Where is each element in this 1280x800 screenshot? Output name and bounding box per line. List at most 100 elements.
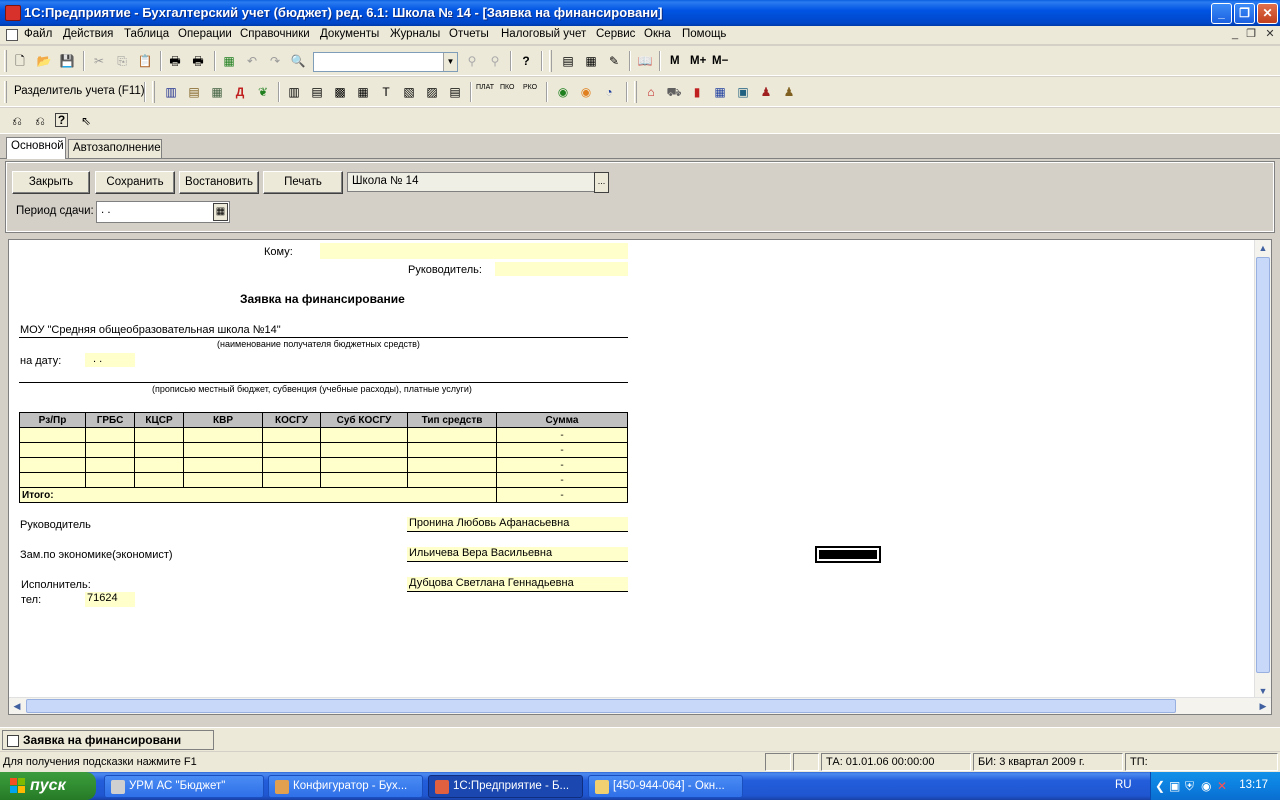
table-cell[interactable] [134, 457, 184, 473]
table-cell[interactable] [262, 427, 321, 443]
taskbar-item[interactable]: Конфигуратор - Бух... [268, 775, 423, 798]
table-cell[interactable] [320, 427, 408, 443]
table-cell[interactable] [262, 472, 321, 488]
stack-icon[interactable]: ▦ [712, 84, 728, 100]
horizontal-scrollbar[interactable]: ◀ ▶ [9, 697, 1271, 714]
redo-icon[interactable]: ↷ [267, 53, 283, 69]
find-prev-icon[interactable]: ⚲ [487, 53, 503, 69]
search-combobox[interactable]: ▼ [313, 52, 458, 72]
scroll-thumb[interactable] [1256, 257, 1270, 673]
table-cell[interactable] [320, 472, 408, 488]
table-cell[interactable] [183, 472, 263, 488]
shield-icon[interactable]: ⛨ [1185, 779, 1194, 794]
table-cell[interactable] [320, 442, 408, 458]
cut-icon[interactable]: ✂ [91, 53, 107, 69]
cash-receipt-button[interactable]: ПКО [500, 84, 514, 91]
table-cell[interactable] [407, 472, 497, 488]
close-window-button[interactable]: ✕ [1257, 3, 1278, 24]
table-cell[interactable] [134, 427, 184, 443]
people-icon[interactable]: ♟ [781, 84, 797, 100]
vertical-scrollbar[interactable]: ▲ ▼ [1254, 240, 1271, 699]
selected-cell[interactable] [815, 546, 881, 563]
table-cell[interactable]: - [496, 472, 628, 488]
close-button[interactable]: Закрыть [12, 171, 90, 194]
paste-icon[interactable]: 📋 [137, 53, 153, 69]
mdi-close-button[interactable]: ✕ [1263, 28, 1277, 41]
calculator-icon[interactable]: ▦ [221, 53, 237, 69]
find-next-icon[interactable]: ⚲ [464, 53, 480, 69]
print-preview-icon[interactable]: 🖶 [190, 53, 206, 69]
chart-icon[interactable]: ◔ [601, 84, 617, 100]
phone-field[interactable]: 71624 [85, 592, 135, 607]
taskbar-item[interactable]: [450-944-064] - Окн... [588, 775, 743, 798]
table-cell[interactable] [85, 457, 135, 473]
language-indicator[interactable]: RU [1115, 779, 1132, 791]
taskbar-item[interactable]: УРМ АС "Бюджет" [104, 775, 264, 798]
table-cell[interactable] [407, 457, 497, 473]
tree-icon[interactable]: ❦ [255, 84, 271, 100]
book-icon[interactable]: ▮ [689, 84, 705, 100]
menu-tax[interactable]: Налоговый учет [501, 28, 586, 40]
new-icon[interactable]: 🗋 [12, 53, 28, 69]
menu-actions[interactable]: Действия [63, 28, 113, 40]
table-cell[interactable] [262, 457, 321, 473]
save-icon[interactable]: 💾 [59, 53, 75, 69]
memory-subtract-button[interactable]: M− [712, 55, 728, 67]
print-icon[interactable]: 🖶 [167, 53, 183, 69]
menu-windows[interactable]: Окна [644, 28, 671, 40]
help-icon[interactable]: ? [518, 53, 534, 69]
table-cell[interactable] [134, 472, 184, 488]
network-icon[interactable]: ▣ [1169, 779, 1180, 793]
table-cell[interactable] [134, 442, 184, 458]
menu-documents[interactable]: Документы [320, 28, 379, 40]
taskbar-item-active[interactable]: 1С:Предприятие - Б... [428, 775, 583, 798]
menu-operations[interactable]: Операции [178, 28, 232, 40]
copy-icon[interactable]: ⎘ [114, 53, 130, 69]
organization-field[interactable]: Школа № 14 [347, 172, 595, 192]
scroll-left-icon[interactable]: ◀ [9, 698, 25, 714]
signature-name[interactable]: Дубцова Светлана Геннадьевна [407, 577, 628, 592]
person-icon[interactable]: ♟ [758, 84, 774, 100]
table-cell[interactable] [407, 442, 497, 458]
calendar-icon[interactable]: ▦ [213, 203, 228, 221]
table-cell[interactable] [320, 457, 408, 473]
table-cell[interactable] [19, 442, 86, 458]
memory-button[interactable]: M [670, 55, 680, 67]
mdi-minimize-button[interactable]: _ [1228, 28, 1242, 41]
open-icon[interactable]: 📂 [36, 53, 52, 69]
undo-icon[interactable]: ↶ [244, 53, 260, 69]
to-field[interactable] [320, 243, 628, 259]
books-icon[interactable]: ▤ [186, 84, 202, 100]
maximize-button[interactable]: ❐ [1234, 3, 1255, 24]
report-icon[interactable]: ▧ [401, 84, 417, 100]
chart-of-accounts-icon[interactable]: ▥ [163, 84, 179, 100]
date-field[interactable]: . . [85, 353, 135, 367]
colors-icon[interactable]: ◉ [578, 84, 594, 100]
scroll-right-icon[interactable]: ▶ [1255, 698, 1271, 714]
menu-journals[interactable]: Журналы [390, 28, 440, 40]
mdi-restore-button[interactable]: ❐ [1244, 28, 1258, 41]
table-cell[interactable] [85, 427, 135, 443]
edit-icon[interactable]: ✎ [606, 53, 622, 69]
dt-kt-icon[interactable]: Д [232, 84, 248, 100]
restore-button[interactable]: Востановить [179, 171, 259, 194]
report-icon[interactable]: ▨ [424, 84, 440, 100]
save-button[interactable]: Сохранить [95, 171, 175, 194]
chevron-left-icon[interactable]: ❮ [1155, 779, 1165, 793]
menu-file[interactable]: Файл [24, 28, 52, 40]
image-icon[interactable]: ▣ [735, 84, 751, 100]
tab-main[interactable]: Основной [6, 137, 66, 159]
period-input[interactable]: . . [96, 201, 230, 223]
calculator-icon[interactable]: ▤ [560, 53, 576, 69]
divider-button[interactable]: Разделитель учета (F11) [14, 85, 145, 97]
table-cell[interactable] [183, 457, 263, 473]
table-cell[interactable]: - [496, 457, 628, 473]
table-cell[interactable] [19, 427, 86, 443]
tree-mode-icon[interactable]: ⎌ [9, 113, 25, 129]
book-icon[interactable]: 📖 [637, 53, 653, 69]
signature-name[interactable]: Пронина Любовь Афанасьевна [407, 517, 628, 532]
head-field[interactable] [495, 262, 628, 276]
report-icon[interactable]: ▤ [309, 84, 325, 100]
table-cell[interactable]: - [496, 427, 628, 443]
minimize-button[interactable]: _ [1211, 3, 1232, 24]
